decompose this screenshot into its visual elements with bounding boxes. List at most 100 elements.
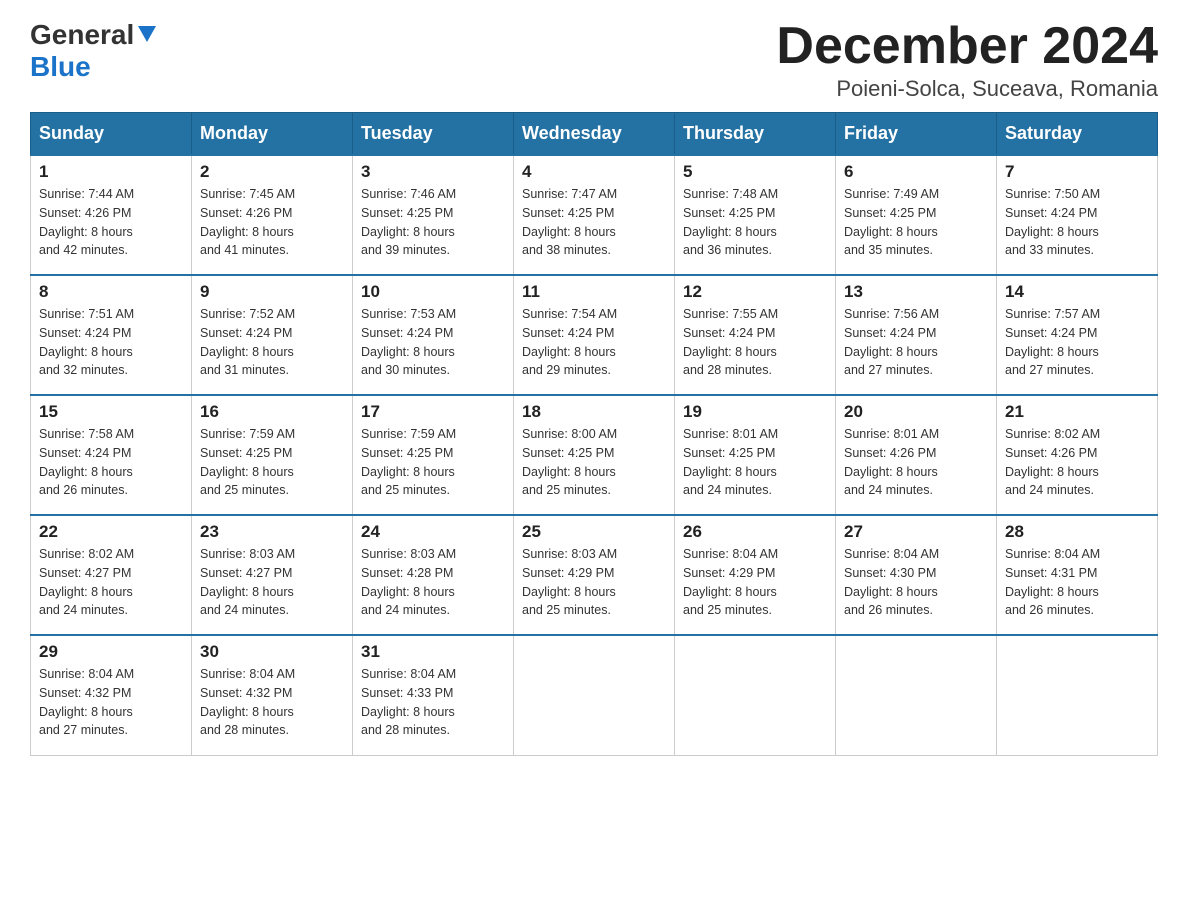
- logo: General Blue: [30, 20, 158, 83]
- day-info: Sunrise: 7:53 AMSunset: 4:24 PMDaylight:…: [361, 305, 505, 380]
- calendar-table: SundayMondayTuesdayWednesdayThursdayFrid…: [30, 112, 1158, 756]
- day-cell-26: 26Sunrise: 8:04 AMSunset: 4:29 PMDayligh…: [675, 515, 836, 635]
- empty-cell: [675, 635, 836, 755]
- location-subtitle: Poieni-Solca, Suceava, Romania: [776, 76, 1158, 102]
- day-number: 14: [1005, 282, 1149, 302]
- day-info: Sunrise: 8:03 AMSunset: 4:29 PMDaylight:…: [522, 545, 666, 620]
- day-number: 4: [522, 162, 666, 182]
- day-cell-18: 18 Sunrise: 8:00 AMSunset: 4:25 PMDayligh…: [514, 395, 675, 515]
- day-cell-2: 2 Sunrise: 7:45 AMSunset: 4:26 PMDaylight…: [192, 155, 353, 275]
- day-number: 23: [200, 522, 344, 542]
- day-info: Sunrise: 7:56 AMSunset: 4:24 PMDaylight:…: [844, 305, 988, 380]
- day-number: 29: [39, 642, 183, 662]
- weekday-header-monday: Monday: [192, 113, 353, 156]
- weekday-header-tuesday: Tuesday: [353, 113, 514, 156]
- day-number: 31: [361, 642, 505, 662]
- day-info: Sunrise: 7:57 AMSunset: 4:24 PMDaylight:…: [1005, 305, 1149, 380]
- day-number: 17: [361, 402, 505, 422]
- day-number: 18: [522, 402, 666, 422]
- day-number: 24: [361, 522, 505, 542]
- day-cell-31: 31 Sunrise: 8:04 AMSunset: 4:33 PMDayligh…: [353, 635, 514, 755]
- week-row-3: 15 Sunrise: 7:58 AMSunset: 4:24 PMDayligh…: [31, 395, 1158, 515]
- day-cell-29: 29 Sunrise: 8:04 AMSunset: 4:32 PMDayligh…: [31, 635, 192, 755]
- empty-cell: [997, 635, 1158, 755]
- day-cell-11: 11 Sunrise: 7:54 AMSunset: 4:24 PMDayligh…: [514, 275, 675, 395]
- day-number: 10: [361, 282, 505, 302]
- day-number: 6: [844, 162, 988, 182]
- day-info: Sunrise: 7:45 AMSunset: 4:26 PMDaylight:…: [200, 185, 344, 260]
- day-info: Sunrise: 7:46 AMSunset: 4:25 PMDaylight:…: [361, 185, 505, 260]
- weekday-header-wednesday: Wednesday: [514, 113, 675, 156]
- day-cell-16: 16 Sunrise: 7:59 AMSunset: 4:25 PMDayligh…: [192, 395, 353, 515]
- day-info: Sunrise: 8:02 AMSunset: 4:26 PMDaylight:…: [1005, 425, 1149, 500]
- day-info: Sunrise: 8:04 AMSunset: 4:31 PMDaylight:…: [1005, 545, 1149, 620]
- week-row-1: 1 Sunrise: 7:44 AMSunset: 4:26 PMDaylight…: [31, 155, 1158, 275]
- day-cell-28: 28 Sunrise: 8:04 AMSunset: 4:31 PMDayligh…: [997, 515, 1158, 635]
- day-info: Sunrise: 7:58 AMSunset: 4:24 PMDaylight:…: [39, 425, 183, 500]
- day-number: 16: [200, 402, 344, 422]
- day-info: Sunrise: 7:59 AMSunset: 4:25 PMDaylight:…: [200, 425, 344, 500]
- weekday-header-friday: Friday: [836, 113, 997, 156]
- weekday-header-saturday: Saturday: [997, 113, 1158, 156]
- day-number: 12: [683, 282, 827, 302]
- day-number: 13: [844, 282, 988, 302]
- day-number: 20: [844, 402, 988, 422]
- day-info: Sunrise: 8:03 AMSunset: 4:28 PMDaylight:…: [361, 545, 505, 620]
- day-cell-8: 8 Sunrise: 7:51 AMSunset: 4:24 PMDaylight…: [31, 275, 192, 395]
- day-cell-30: 30Sunrise: 8:04 AMSunset: 4:32 PMDayligh…: [192, 635, 353, 755]
- title-block: December 2024 Poieni-Solca, Suceava, Rom…: [776, 20, 1158, 102]
- day-number: 22: [39, 522, 183, 542]
- day-number: 2: [200, 162, 344, 182]
- day-number: 28: [1005, 522, 1149, 542]
- day-cell-19: 19 Sunrise: 8:01 AMSunset: 4:25 PMDayligh…: [675, 395, 836, 515]
- weekday-header-sunday: Sunday: [31, 113, 192, 156]
- day-info: Sunrise: 7:55 AMSunset: 4:24 PMDaylight:…: [683, 305, 827, 380]
- day-number: 9: [200, 282, 344, 302]
- day-info: Sunrise: 8:03 AMSunset: 4:27 PMDaylight:…: [200, 545, 344, 620]
- logo-arrow-icon: [136, 22, 158, 44]
- day-number: 26: [683, 522, 827, 542]
- week-row-2: 8 Sunrise: 7:51 AMSunset: 4:24 PMDaylight…: [31, 275, 1158, 395]
- day-info: Sunrise: 7:50 AMSunset: 4:24 PMDaylight:…: [1005, 185, 1149, 260]
- day-number: 8: [39, 282, 183, 302]
- day-cell-5: 5Sunrise: 7:48 AMSunset: 4:25 PMDaylight…: [675, 155, 836, 275]
- day-info: Sunrise: 7:44 AMSunset: 4:26 PMDaylight:…: [39, 185, 183, 260]
- day-cell-17: 17Sunrise: 7:59 AMSunset: 4:25 PMDayligh…: [353, 395, 514, 515]
- day-cell-7: 7 Sunrise: 7:50 AMSunset: 4:24 PMDaylight…: [997, 155, 1158, 275]
- day-cell-3: 3Sunrise: 7:46 AMSunset: 4:25 PMDaylight…: [353, 155, 514, 275]
- day-info: Sunrise: 7:52 AMSunset: 4:24 PMDaylight:…: [200, 305, 344, 380]
- day-number: 21: [1005, 402, 1149, 422]
- empty-cell: [836, 635, 997, 755]
- day-info: Sunrise: 7:49 AMSunset: 4:25 PMDaylight:…: [844, 185, 988, 260]
- day-info: Sunrise: 7:47 AMSunset: 4:25 PMDaylight:…: [522, 185, 666, 260]
- day-info: Sunrise: 8:04 AMSunset: 4:32 PMDaylight:…: [39, 665, 183, 740]
- day-cell-10: 10 Sunrise: 7:53 AMSunset: 4:24 PMDayligh…: [353, 275, 514, 395]
- day-number: 1: [39, 162, 183, 182]
- month-title: December 2024: [776, 20, 1158, 72]
- day-number: 15: [39, 402, 183, 422]
- weekday-header-row: SundayMondayTuesdayWednesdayThursdayFrid…: [31, 113, 1158, 156]
- day-info: Sunrise: 8:00 AMSunset: 4:25 PMDaylight:…: [522, 425, 666, 500]
- day-info: Sunrise: 8:01 AMSunset: 4:25 PMDaylight:…: [683, 425, 827, 500]
- day-cell-12: 12 Sunrise: 7:55 AMSunset: 4:24 PMDayligh…: [675, 275, 836, 395]
- day-number: 5: [683, 162, 827, 182]
- day-number: 11: [522, 282, 666, 302]
- day-info: Sunrise: 7:54 AMSunset: 4:24 PMDaylight:…: [522, 305, 666, 380]
- day-cell-21: 21 Sunrise: 8:02 AMSunset: 4:26 PMDayligh…: [997, 395, 1158, 515]
- day-cell-27: 27Sunrise: 8:04 AMSunset: 4:30 PMDayligh…: [836, 515, 997, 635]
- day-info: Sunrise: 8:04 AMSunset: 4:33 PMDaylight:…: [361, 665, 505, 740]
- day-number: 19: [683, 402, 827, 422]
- day-cell-20: 20Sunrise: 8:01 AMSunset: 4:26 PMDayligh…: [836, 395, 997, 515]
- day-cell-15: 15 Sunrise: 7:58 AMSunset: 4:24 PMDayligh…: [31, 395, 192, 515]
- day-cell-6: 6 Sunrise: 7:49 AMSunset: 4:25 PMDaylight…: [836, 155, 997, 275]
- day-number: 27: [844, 522, 988, 542]
- day-number: 7: [1005, 162, 1149, 182]
- day-info: Sunrise: 7:51 AMSunset: 4:24 PMDaylight:…: [39, 305, 183, 380]
- day-cell-14: 14 Sunrise: 7:57 AMSunset: 4:24 PMDayligh…: [997, 275, 1158, 395]
- day-number: 25: [522, 522, 666, 542]
- day-number: 30: [200, 642, 344, 662]
- day-cell-4: 4 Sunrise: 7:47 AMSunset: 4:25 PMDaylight…: [514, 155, 675, 275]
- day-cell-1: 1 Sunrise: 7:44 AMSunset: 4:26 PMDaylight…: [31, 155, 192, 275]
- weekday-header-thursday: Thursday: [675, 113, 836, 156]
- empty-cell: [514, 635, 675, 755]
